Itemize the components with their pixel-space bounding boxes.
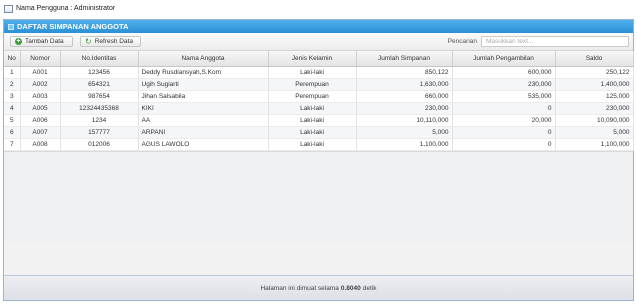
footer-suffix: detik bbox=[362, 284, 377, 292]
cell-nama: Deddy Rusdiansyah,S.Kom bbox=[138, 66, 269, 79]
cell-saldo: 1,100,000 bbox=[555, 138, 634, 151]
column-header[interactable]: Jumlah Simpanan bbox=[356, 51, 453, 67]
add-data-label: Tambah Data bbox=[25, 38, 64, 45]
cell-jenis-kelamin: Perempuan bbox=[268, 78, 357, 91]
footer: Halaman ini dimuat selama 0.8040 detik bbox=[4, 275, 633, 300]
cell-nama: ARPANI bbox=[138, 126, 269, 139]
cell-saldo: 230,000 bbox=[555, 102, 634, 115]
cell-identitas: 12324435368 bbox=[60, 102, 139, 115]
refresh-icon: ↻ bbox=[85, 36, 92, 46]
cell-identitas: 987654 bbox=[60, 90, 139, 103]
cell-identitas: 157777 bbox=[60, 126, 139, 139]
cell-jumlah-simpanan: 660,000 bbox=[356, 90, 453, 103]
column-header[interactable]: Jenis Kelamin bbox=[268, 51, 357, 67]
cell-jumlah-pengambilan: 230,000 bbox=[452, 78, 556, 91]
table-row[interactable]: 1 A001 123456 Deddy Rusdiansyah,S.Kom La… bbox=[4, 66, 634, 79]
table-row[interactable]: 2 A002 654321 Ugih Sugiarti Perempuan 1,… bbox=[4, 78, 634, 91]
cell-nama: Jihan Salsabila bbox=[138, 90, 269, 103]
cell-nama: AGUS LAWOLO bbox=[138, 138, 269, 151]
cell-jenis-kelamin: Laki-laki bbox=[268, 138, 357, 151]
table-row[interactable]: 6 A007 157777 ARPANI Laki-laki 5,000 0 5… bbox=[4, 126, 634, 139]
cell-no: 3 bbox=[4, 90, 21, 103]
refresh-data-label: Refresh Data bbox=[94, 38, 133, 45]
cell-jumlah-pengambilan: 0 bbox=[452, 102, 556, 115]
cell-saldo: 250,122 bbox=[555, 66, 634, 79]
add-data-button[interactable]: + Tambah Data bbox=[10, 36, 73, 47]
cell-jumlah-simpanan: 1,100,000 bbox=[356, 138, 453, 151]
cell-saldo: 1,400,000 bbox=[555, 78, 634, 91]
grid-empty-area bbox=[4, 151, 633, 242]
column-header[interactable]: Nama Anggota bbox=[138, 51, 269, 67]
cell-nomor: A007 bbox=[20, 126, 61, 139]
cell-nama: AA bbox=[138, 114, 269, 127]
refresh-data-button[interactable]: ↻ Refresh Data bbox=[80, 36, 141, 47]
search-label: Pencarian bbox=[447, 38, 477, 45]
cell-no: 2 bbox=[4, 78, 21, 91]
cell-nomor: A008 bbox=[20, 138, 61, 151]
user-icon bbox=[4, 4, 13, 13]
cell-saldo: 10,090,000 bbox=[555, 114, 634, 127]
table-row[interactable]: 4 A005 12324435368 KIKI Laki-laki 230,00… bbox=[4, 102, 634, 115]
footer-prefix: Halaman ini dimuat selama bbox=[260, 284, 339, 292]
cell-no: 6 bbox=[4, 126, 21, 139]
cell-no: 7 bbox=[4, 138, 21, 151]
column-header[interactable]: Saldo bbox=[555, 51, 634, 67]
column-header[interactable]: No.Identitas bbox=[60, 51, 139, 67]
user-bar: Nama Pengguna : Administrator bbox=[4, 3, 115, 14]
cell-jumlah-simpanan: 230,000 bbox=[356, 102, 453, 115]
members-table: No Nomor No.Identitas Nama Anggota Jenis… bbox=[4, 51, 634, 151]
cell-nomor: A002 bbox=[20, 78, 61, 91]
cell-jumlah-simpanan: 1,630,000 bbox=[356, 78, 453, 91]
cell-identitas: 123456 bbox=[60, 66, 139, 79]
members-savings-panel: DAFTAR SIMPANAN ANGGOTA + Tambah Data ↻ … bbox=[3, 19, 634, 301]
cell-jumlah-pengambilan: 535,000 bbox=[452, 90, 556, 103]
table-row[interactable]: 5 A006 1234 AA Laki-laki 10,110,000 20,0… bbox=[4, 114, 634, 127]
user-label: Nama Pengguna : Administrator bbox=[16, 5, 116, 12]
cell-nomor: A001 bbox=[20, 66, 61, 79]
cell-jumlah-pengambilan: 0 bbox=[452, 126, 556, 139]
cell-jumlah-simpanan: 5,000 bbox=[356, 126, 453, 139]
column-header[interactable]: No bbox=[4, 51, 21, 67]
panel-icon bbox=[8, 23, 14, 30]
cell-saldo: 125,000 bbox=[555, 90, 634, 103]
cell-identitas: 1234 bbox=[60, 114, 139, 127]
cell-jenis-kelamin: Laki-laki bbox=[268, 114, 357, 127]
cell-jumlah-pengambilan: 0 bbox=[452, 138, 556, 151]
cell-nama: KIKI bbox=[138, 102, 269, 115]
cell-jenis-kelamin: Laki-laki bbox=[268, 102, 357, 115]
cell-no: 5 bbox=[4, 114, 21, 127]
cell-saldo: 5,000 bbox=[555, 126, 634, 139]
cell-identitas: 012006 bbox=[60, 138, 139, 151]
cell-jumlah-simpanan: 10,110,000 bbox=[356, 114, 453, 127]
cell-jumlah-pengambilan: 20,000 bbox=[452, 114, 556, 127]
cell-jenis-kelamin: Laki-laki bbox=[268, 126, 357, 139]
cell-jenis-kelamin: Laki-laki bbox=[268, 66, 357, 79]
add-icon: + bbox=[15, 38, 22, 45]
column-header[interactable]: Jumlah Pengambilan bbox=[452, 51, 556, 67]
panel-header: DAFTAR SIMPANAN ANGGOTA bbox=[4, 20, 633, 33]
cell-jumlah-pengambilan: 600,000 bbox=[452, 66, 556, 79]
cell-identitas: 654321 bbox=[60, 78, 139, 91]
cell-nama: Ugih Sugiarti bbox=[138, 78, 269, 91]
load-time: 0.8040 bbox=[340, 284, 361, 292]
column-header[interactable]: Nomor bbox=[20, 51, 61, 67]
cell-jenis-kelamin: Perempuan bbox=[268, 90, 357, 103]
cell-nomor: A006 bbox=[20, 114, 61, 127]
toolbar: + Tambah Data ↻ Refresh Data Pencarian bbox=[4, 33, 633, 51]
table-row[interactable]: 3 A003 987654 Jihan Salsabila Perempuan … bbox=[4, 90, 634, 103]
cell-nomor: A005 bbox=[20, 102, 61, 115]
cell-jumlah-simpanan: 850,122 bbox=[356, 66, 453, 79]
panel-title: DAFTAR SIMPANAN ANGGOTA bbox=[17, 22, 129, 31]
table-header-row: No Nomor No.Identitas Nama Anggota Jenis… bbox=[4, 51, 634, 67]
search-input[interactable] bbox=[481, 36, 629, 47]
table-row[interactable]: 7 A008 012006 AGUS LAWOLO Laki-laki 1,10… bbox=[4, 138, 634, 151]
cell-nomor: A003 bbox=[20, 90, 61, 103]
cell-no: 4 bbox=[4, 102, 21, 115]
cell-no: 1 bbox=[4, 66, 21, 79]
